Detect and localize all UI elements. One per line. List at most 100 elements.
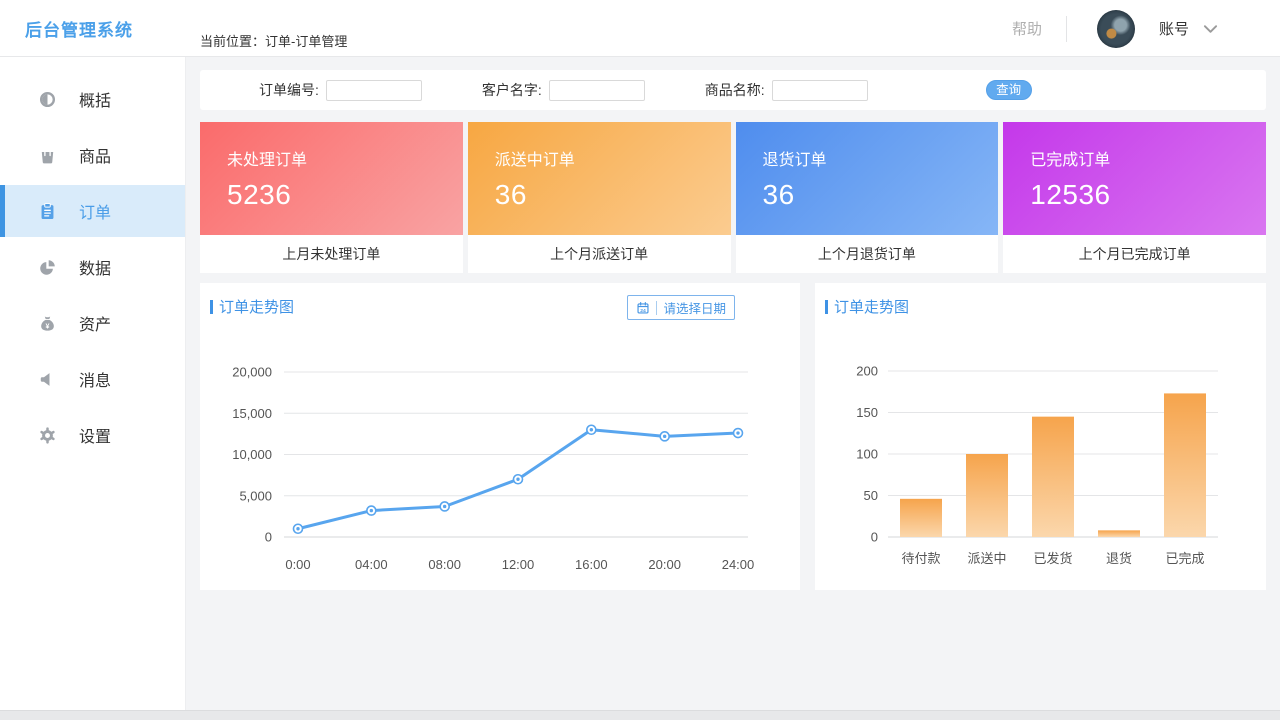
stat-card-value: 5236 — [227, 179, 463, 211]
sidebar-item-label: 资产 — [79, 311, 111, 335]
svg-text:10,000: 10,000 — [232, 447, 272, 462]
orders-icon — [38, 202, 57, 221]
svg-text:派送中: 派送中 — [967, 551, 1006, 566]
stat-card: 退货订单 36 上个月退货订单 — [736, 122, 999, 273]
stat-card: 已完成订单 12536 上个月已完成订单 — [1003, 122, 1266, 273]
svg-text:¥: ¥ — [46, 322, 50, 330]
stat-card-gradient: 未处理订单 5236 — [200, 122, 463, 235]
stat-card-value: 36 — [495, 179, 731, 211]
settings-icon — [38, 426, 57, 445]
line-chart: 05,00010,00015,00020,0000:0004:0008:0012… — [200, 335, 800, 585]
search-field-group: 订单编号: — [259, 80, 422, 101]
svg-text:20,000: 20,000 — [232, 365, 272, 380]
svg-text:150: 150 — [856, 405, 878, 420]
header-right: 帮助 账号 — [1012, 0, 1218, 57]
stat-card-gradient: 派送中订单 36 — [468, 122, 731, 235]
breadcrumb: 当前位置：订单-订单管理 — [200, 31, 347, 50]
stat-card-footer: 上月未处理订单 — [200, 235, 463, 273]
search-panel: 订单编号: 客户名字: 商品名称: 查询 — [200, 70, 1266, 110]
title-accent-bar — [210, 300, 213, 314]
sidebar-item-label: 概括 — [79, 87, 111, 111]
svg-text:退货: 退货 — [1106, 551, 1132, 566]
stat-card-title: 派送中订单 — [495, 146, 731, 170]
stat-card-value: 12536 — [1030, 179, 1266, 211]
stat-card-gradient: 已完成订单 12536 — [1003, 122, 1266, 235]
line-panel-header: 订单走势图 24 请选择日期 — [200, 283, 800, 322]
assets-icon: ¥ — [38, 314, 57, 333]
sidebar-item-label: 数据 — [79, 255, 111, 279]
svg-text:12:00: 12:00 — [502, 557, 535, 572]
svg-text:已发货: 已发货 — [1033, 551, 1072, 566]
bar-chart: 0 50 100 150 200 待付款 派送中 已发货 退货 已完成 — [815, 335, 1266, 585]
bar-panel-title-text: 订单走势图 — [834, 296, 909, 317]
stat-card-footer: 上个月已完成订单 — [1003, 235, 1266, 273]
sidebar-item-label: 商品 — [79, 143, 111, 167]
sidebar: 概括商品订单数据 ¥ 资产消息设置 — [0, 57, 186, 710]
svg-text:100: 100 — [856, 447, 878, 462]
svg-text:24: 24 — [641, 307, 647, 313]
search-submit-button[interactable]: 查询 — [986, 80, 1032, 100]
date-picker-label: 请选择日期 — [663, 298, 726, 317]
sidebar-item-label: 消息 — [79, 367, 111, 391]
svg-text:08:00: 08:00 — [428, 557, 461, 572]
app-root: 后台管理系统 当前位置：订单-订单管理 帮助 账号 概括商品订单数据 ¥ 资产消息设… — [0, 0, 1280, 720]
help-link[interactable]: 帮助 — [1012, 18, 1042, 39]
sidebar-item-data[interactable]: 数据 — [0, 241, 185, 293]
avatar[interactable] — [1097, 10, 1135, 48]
search-field-label: 商品名称: — [705, 80, 765, 100]
search-input-1[interactable] — [549, 80, 645, 101]
svg-text:04:00: 04:00 — [355, 557, 388, 572]
stat-card-title: 未处理订单 — [227, 146, 463, 170]
stat-card-value: 36 — [763, 179, 999, 211]
bar-panel-title: 订单走势图 — [825, 296, 1256, 317]
sidebar-item-assets[interactable]: ¥ 资产 — [0, 297, 185, 349]
svg-text:20:00: 20:00 — [648, 557, 681, 572]
app-logo: 后台管理系统 — [25, 0, 133, 57]
svg-text:24:00: 24:00 — [722, 557, 755, 572]
stat-card-gradient: 退货订单 36 — [736, 122, 999, 235]
sidebar-item-messages[interactable]: 消息 — [0, 353, 185, 405]
svg-text:50: 50 — [864, 488, 878, 503]
stat-card-footer: 上个月派送订单 — [468, 235, 731, 273]
bar-chart-panel: 订单走势图 0 50 100 150 200 待付款 派送中 已发货 退货 已完成 — [815, 283, 1266, 590]
header: 后台管理系统 当前位置：订单-订单管理 帮助 账号 — [0, 0, 1280, 57]
stat-card-title: 已完成订单 — [1030, 146, 1266, 170]
search-field-label: 订单编号: — [259, 80, 319, 100]
overview-icon — [38, 90, 57, 109]
svg-text:0:00: 0:00 — [285, 557, 310, 572]
stat-card: 派送中订单 36 上个月派送订单 — [468, 122, 731, 273]
svg-text:16:00: 16:00 — [575, 557, 608, 572]
stat-cards-row: 未处理订单5236上月未处理订单派送中订单36上个月派送订单退货订单36上个月退… — [200, 122, 1266, 273]
search-field-group: 客户名字: — [482, 80, 645, 101]
account-label[interactable]: 账号 — [1159, 18, 1189, 39]
search-field-label: 客户名字: — [482, 80, 542, 100]
svg-text:0: 0 — [871, 530, 878, 545]
line-panel-title-text: 订单走势图 — [219, 296, 294, 317]
bottom-strip — [0, 710, 1280, 720]
search-input-2[interactable] — [772, 80, 868, 101]
search-input-0[interactable] — [326, 80, 422, 101]
calendar-icon: 24 — [636, 301, 650, 315]
svg-text:5,000: 5,000 — [239, 488, 272, 503]
search-field-group: 商品名称: — [705, 80, 868, 101]
svg-text:200: 200 — [856, 364, 878, 379]
sidebar-item-orders[interactable]: 订单 — [0, 185, 185, 237]
sidebar-item-label: 设置 — [79, 423, 111, 447]
svg-text:待付款: 待付款 — [901, 551, 940, 566]
title-accent-bar — [825, 300, 828, 314]
sidebar-item-overview[interactable]: 概括 — [0, 73, 185, 125]
messages-icon — [38, 370, 57, 389]
sidebar-item-products[interactable]: 商品 — [0, 129, 185, 181]
line-chart-panel: 订单走势图 24 请选择日期 05,00010,00015,00020,0000… — [200, 283, 800, 590]
products-icon — [38, 146, 57, 165]
chevron-down-icon[interactable] — [1203, 24, 1218, 34]
stat-card-title: 退货订单 — [763, 146, 999, 170]
svg-text:15,000: 15,000 — [232, 406, 272, 421]
svg-text:已完成: 已完成 — [1165, 551, 1204, 566]
sidebar-item-label: 订单 — [79, 199, 111, 223]
sidebar-item-settings[interactable]: 设置 — [0, 409, 185, 461]
date-picker-button[interactable]: 24 请选择日期 — [627, 295, 735, 320]
stat-card-footer: 上个月退货订单 — [736, 235, 999, 273]
header-divider — [1066, 16, 1067, 42]
data-icon — [38, 258, 57, 277]
